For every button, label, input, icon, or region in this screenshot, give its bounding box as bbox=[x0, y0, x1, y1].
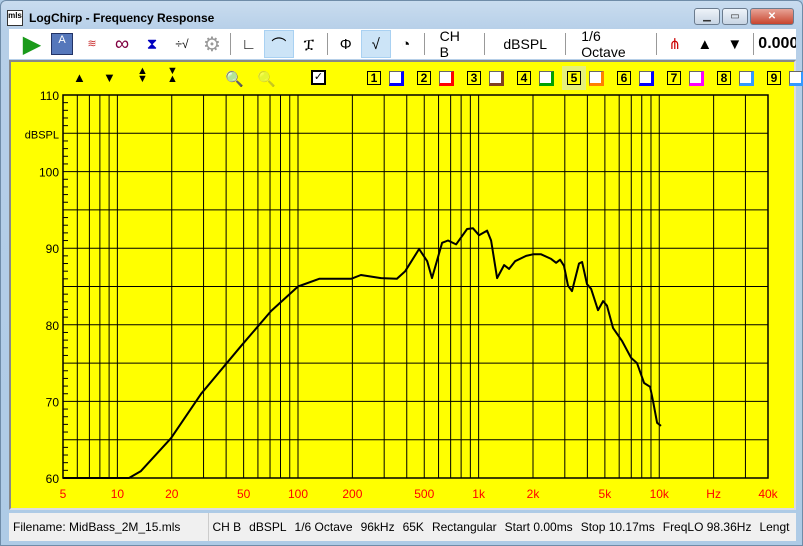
x-tick-label: 200 bbox=[342, 487, 362, 501]
group-delay-icon[interactable]: √ bbox=[360, 30, 391, 58]
x-tick-label: 10 bbox=[111, 487, 125, 501]
y-tick-label: 80 bbox=[46, 319, 60, 333]
up-arrow-icon[interactable]: ▲ bbox=[690, 30, 720, 58]
close-button[interactable]: ✕ bbox=[750, 8, 794, 25]
x-tick-label: 1k bbox=[472, 487, 486, 501]
status-item: 65K bbox=[402, 520, 424, 534]
y-tick-label: 90 bbox=[46, 242, 60, 256]
value-readout: 0.000 bbox=[758, 35, 796, 52]
y-tick-label: 70 bbox=[46, 395, 60, 409]
down-arrow-icon[interactable]: ▼ bbox=[720, 30, 750, 58]
status-item: dBSPL bbox=[249, 520, 287, 534]
impulse-icon[interactable]: ∟ bbox=[234, 30, 264, 58]
x-tick-label: 5k bbox=[599, 487, 613, 501]
app-logo: mls bbox=[7, 10, 23, 26]
x-tick-label: 5 bbox=[60, 487, 67, 501]
app-window: mls LogChirp - Frequency Response ▁ ▭ ✕ … bbox=[0, 0, 803, 546]
status-bar: Filename: MidBass_2M_15.mls CH B dBSPL 1/6… bbox=[9, 513, 796, 541]
status-item: Rectangular bbox=[431, 520, 497, 534]
status-item: 96kHz bbox=[360, 520, 395, 534]
y-axis-label: dBSPL bbox=[25, 129, 59, 141]
x-tick-label: 40k bbox=[758, 487, 778, 501]
response-curve bbox=[63, 227, 662, 479]
units-selector[interactable]: dBSPL bbox=[488, 30, 562, 58]
frequency-response-icon[interactable]: ⌒ bbox=[263, 30, 294, 58]
window-title: LogChirp - Frequency Response bbox=[29, 11, 215, 25]
channel-selector[interactable]: CH B bbox=[428, 29, 481, 59]
y-tick-label: 100 bbox=[39, 166, 59, 180]
settings-icon[interactable]: ⚙ bbox=[197, 30, 227, 58]
plot-panel: ▲ ▼ ▲ ▼ ▼ ▲ 🔍 🔍 ✓ 123456789 110 100 90 80 70 60… bbox=[9, 60, 803, 510]
play-icon[interactable]: ▶ bbox=[17, 30, 47, 58]
x-tick-label: 50 bbox=[237, 487, 251, 501]
timer-icon[interactable]: ◔ bbox=[391, 30, 421, 58]
waterfall-icon[interactable]: ≋ bbox=[77, 30, 107, 58]
marker-icon[interactable]: ⋔ bbox=[660, 30, 690, 58]
status-filename: Filename: MidBass_2M_15.mls bbox=[9, 513, 209, 541]
x-tick-label: 100 bbox=[288, 487, 308, 501]
status-item: 1/6 Octave bbox=[294, 520, 353, 534]
y-tick-label: 60 bbox=[46, 472, 60, 486]
save-icon[interactable]: A bbox=[47, 30, 77, 58]
title-bar: mls LogChirp - Frequency Response bbox=[7, 8, 214, 28]
x-tick-label: 500 bbox=[414, 487, 434, 501]
loop-icon[interactable]: ∞ bbox=[107, 30, 137, 58]
phase-icon[interactable]: Φ bbox=[331, 30, 361, 58]
x-tick-label: 20 bbox=[165, 487, 179, 501]
x-tick-label: 2k bbox=[527, 487, 541, 501]
minimize-button[interactable]: ▁ bbox=[694, 8, 720, 25]
x-tick-label: 10k bbox=[650, 487, 670, 501]
status-item: Stop 10.17ms bbox=[580, 520, 655, 534]
calibrate-icon[interactable]: ⧗ bbox=[137, 30, 167, 58]
status-item: FreqLO 98.36Hz bbox=[662, 520, 752, 534]
toolbar: ▶ A ≋ ∞ ⧗ ÷√ ⚙ ∟ ⌒ ፗ Φ √ ◔ CH B dBSPL 1/… bbox=[9, 29, 796, 59]
step-response-icon[interactable]: ፗ bbox=[294, 30, 324, 58]
status-item: Lengt bbox=[759, 520, 790, 534]
status-item: Start 0.00ms bbox=[504, 520, 573, 534]
y-tick-label: 110 bbox=[40, 89, 59, 103]
status-item: CH B bbox=[212, 520, 242, 534]
math-icon[interactable]: ÷√ bbox=[167, 30, 197, 58]
frequency-response-chart: 110 100 90 80 70 60 dBSPL 5 10 20 50 100 200 500 1k 2k 5… bbox=[25, 89, 779, 501]
smoothing-selector[interactable]: 1/6 Octave bbox=[569, 29, 653, 59]
x-tick-label: Hz bbox=[706, 487, 721, 501]
maximize-button[interactable]: ▭ bbox=[722, 8, 748, 25]
